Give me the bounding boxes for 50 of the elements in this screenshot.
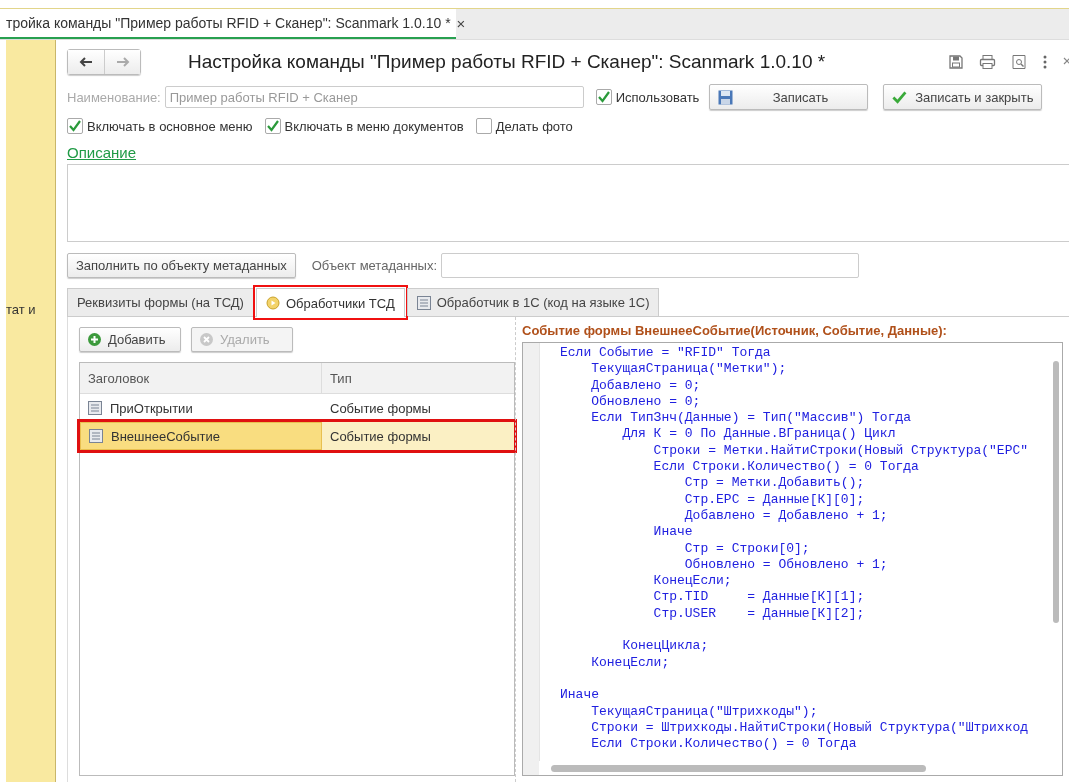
option-checkbox[interactable] xyxy=(67,118,83,134)
save-button[interactable]: Записать xyxy=(709,84,869,110)
document-tab-title: тройка команды "Пример работы RFID + Сканер": Scanmark 1.0.10 * xyxy=(6,15,451,31)
code-editor[interactable] xyxy=(522,342,1063,776)
metadata-object-label: Объект метаданных: xyxy=(311,258,438,273)
save-and-close-button[interactable]: Записать и закрыть xyxy=(883,84,1043,110)
metadata-object-field[interactable] xyxy=(441,253,860,278)
use-checkbox[interactable] xyxy=(595,89,612,105)
option-label: Включать в основное меню xyxy=(87,118,253,134)
checkmark-icon xyxy=(892,90,908,104)
add-button[interactable]: Добавить xyxy=(79,327,181,352)
table-row[interactable]: ПриОткрытии Событие формы xyxy=(80,394,514,422)
back-button[interactable] xyxy=(68,50,104,74)
name-label: Наименование: xyxy=(67,89,161,105)
more-icon[interactable] xyxy=(1042,54,1048,70)
sidebar-text: тат и xyxy=(6,302,36,317)
description-link[interactable]: Описание xyxy=(67,144,137,161)
cross-circle-icon xyxy=(200,333,213,346)
right-arrow-icon xyxy=(115,57,130,67)
form-title: Настройка команды "Пример работы RFID + Сканер": Scanmark 1.0.10 * xyxy=(188,51,826,73)
option-label: Делать фото xyxy=(495,118,573,134)
option-label: Включать в меню документов xyxy=(284,118,464,134)
preview-icon[interactable] xyxy=(1011,54,1027,70)
tab[interactable]: Обработчики ТСД xyxy=(255,288,405,317)
plus-circle-icon xyxy=(88,333,101,346)
use-checkbox-label: Использовать xyxy=(615,89,700,105)
close-icon[interactable]: × xyxy=(456,14,466,32)
fill-from-metadata-button[interactable]: Заполнить по объекту метаданных xyxy=(67,253,296,278)
table-cell-text: Событие формы xyxy=(329,399,432,418)
column-header[interactable]: Заголовок xyxy=(80,363,322,393)
column-header[interactable]: Тип xyxy=(322,363,514,393)
play-circle-icon xyxy=(265,296,280,310)
code-text: Если Событие = "RFID" Тогда ТекущаяСтраница("Метки"); Добавлено = 0; Обновлено = 0; Если ТипЗнч(Данные) = Тип("Массив") Тогда Для К = 0 По Данные.ВГраница() Цикл Строки = Метки.НайтиСтроки(Новый Структура("EPC" Если Строки.Количество() = 0 Тогда Стр = Метки.Добавить(); Стр.EPC = Данные[К][0]; Добавлено = Добавлено + 1; Иначе Стр = Строки[0]; Обновлено = Обновлено + 1; КонецЕсли; Стр.TID = Данные[К][1]; Стр.USER = Данные[К][2]; КонецЦикла; КонецЕсли; Иначе ТекущаяСтраница("Штрихкоды"); Строки = Штрихкоды.НайтиСтроки(Новый Структура("Штрихкод Если Строки.Количество() = 0 Тогда xyxy=(560,345,1029,753)
module-icon xyxy=(89,429,103,443)
tab[interactable]: Обработчик в 1С (код на языке 1С) xyxy=(406,288,660,316)
table-cell-text: Событие формы xyxy=(329,427,432,446)
module-icon xyxy=(416,295,431,310)
description-field[interactable] xyxy=(67,164,1069,242)
tab[interactable]: Реквизиты формы (на ТСД) xyxy=(67,288,254,316)
save-icon[interactable] xyxy=(948,54,964,70)
table-cell: ПриОткрытии xyxy=(110,400,193,416)
option-checkbox[interactable] xyxy=(264,118,281,134)
close-icon[interactable] xyxy=(1063,57,1069,67)
table-row[interactable]: ВнешнееСобытие Событие формы xyxy=(80,422,514,450)
table-cell: ВнешнееСобытие xyxy=(111,428,220,444)
event-heading: Событие формы ВнешнееСобытие(Источник, Событие, Данные): xyxy=(522,323,948,338)
option-checkbox[interactable] xyxy=(475,118,492,134)
print-icon[interactable] xyxy=(979,54,996,70)
left-arrow-icon xyxy=(79,57,93,67)
module-icon xyxy=(88,401,102,415)
